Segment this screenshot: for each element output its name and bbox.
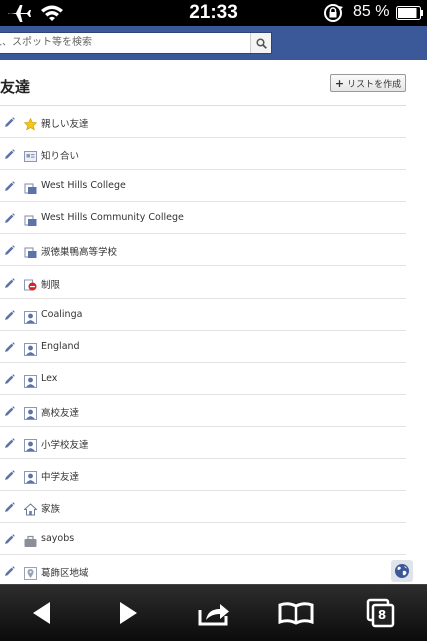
person-icon xyxy=(24,341,37,356)
bookmarks-button[interactable] xyxy=(276,597,316,629)
edit-pencil-icon[interactable] xyxy=(4,534,15,545)
edit-pencil-icon[interactable] xyxy=(4,406,15,417)
list-item-15[interactable]: 葛飾区地域 xyxy=(0,556,406,588)
battery-percent: 85 % xyxy=(353,3,390,20)
list-item-4[interactable]: West Hills Community College xyxy=(0,203,406,235)
list-item-5[interactable]: 淑徳巣鴨高等学校 xyxy=(0,235,406,267)
list-item-7[interactable]: Coalinga xyxy=(0,300,406,331)
search-icon xyxy=(255,37,267,49)
globe-icon xyxy=(395,564,409,578)
person-icon xyxy=(24,437,37,453)
edit-pencil-icon[interactable] xyxy=(4,149,15,160)
list-item-8[interactable]: England xyxy=(0,332,406,363)
create-list-label: リストを作成 xyxy=(347,79,402,90)
person-icon xyxy=(24,405,37,420)
list-item-6[interactable]: 制限 xyxy=(0,268,406,299)
share-icon xyxy=(198,604,229,626)
list-item-label: 淑徳巣鴨高等学校 xyxy=(41,247,118,259)
list-item-label: England xyxy=(41,340,80,352)
edit-pencil-icon[interactable] xyxy=(4,277,15,289)
page-title: 友達 xyxy=(0,78,31,96)
battery-icon xyxy=(396,6,423,20)
list-item-3[interactable]: West Hills College xyxy=(0,171,406,203)
share-button[interactable] xyxy=(195,597,235,629)
edit-pencil-icon[interactable] xyxy=(4,245,15,256)
list-item-11[interactable]: 小学校友達 xyxy=(0,428,406,460)
list-item-label: 知り合い xyxy=(41,151,80,163)
list-item-label: Lex xyxy=(41,372,58,384)
list-item-9[interactable]: Lex xyxy=(0,364,406,395)
create-list-button[interactable]: + リストを作成 xyxy=(330,74,406,92)
list-item-13[interactable]: 家族 xyxy=(0,492,406,524)
tabs-count: 8 xyxy=(377,607,387,622)
list-item-14[interactable]: sayobs xyxy=(0,524,406,556)
globe-button[interactable] xyxy=(391,560,413,582)
search-button[interactable] xyxy=(250,33,271,53)
edit-pencil-icon[interactable] xyxy=(4,181,15,192)
school-icon xyxy=(24,212,37,227)
bookmarks-icon xyxy=(278,602,314,625)
edit-pencil-icon[interactable] xyxy=(4,470,15,481)
restricted-icon xyxy=(24,277,37,291)
list-item-label: 高校友達 xyxy=(41,407,80,419)
acquaintance-icon xyxy=(24,148,37,163)
list-item-label: 制限 xyxy=(41,279,61,291)
school-icon xyxy=(24,244,37,259)
work-icon xyxy=(24,533,37,548)
list-item-12[interactable]: 中学友達 xyxy=(0,460,406,492)
edit-pencil-icon[interactable] xyxy=(4,213,15,224)
search-input[interactable] xyxy=(0,33,248,53)
star-icon xyxy=(23,116,38,131)
forward-button[interactable] xyxy=(108,597,148,629)
rotation-lock-icon xyxy=(324,4,343,22)
person-icon xyxy=(24,373,37,388)
list-item-10[interactable]: 高校友達 xyxy=(0,396,406,427)
person-icon xyxy=(24,309,37,324)
edit-pencil-icon[interactable] xyxy=(4,566,15,577)
list-item-label: West Hills College xyxy=(41,180,126,192)
school-icon xyxy=(24,180,37,195)
list-item-label: 親しい友達 xyxy=(41,119,89,131)
search-box xyxy=(0,32,272,54)
facebook-header xyxy=(0,26,427,60)
friend-lists: 親しい友達 知り合い West Hills College West Hills… xyxy=(0,106,406,588)
list-item-2[interactable]: 知り合い xyxy=(0,139,406,171)
list-item-label: 葛飾区地域 xyxy=(41,568,89,580)
list-item-label: 家族 xyxy=(41,504,61,516)
edit-pencil-icon[interactable] xyxy=(4,374,15,385)
status-bar: 21:33 85 % xyxy=(0,0,427,26)
edit-pencil-icon[interactable] xyxy=(4,309,15,321)
location-icon xyxy=(24,565,37,581)
browser-toolbar: 8 xyxy=(0,584,427,641)
list-item-label: sayobs xyxy=(41,533,75,545)
back-icon xyxy=(33,602,50,624)
forward-icon xyxy=(120,602,137,624)
person-icon xyxy=(24,469,37,485)
edit-pencil-icon[interactable] xyxy=(4,438,15,449)
list-item-label: 中学友達 xyxy=(41,472,80,484)
list-item-label: 小学校友達 xyxy=(41,440,89,452)
edit-pencil-icon[interactable] xyxy=(4,117,15,128)
list-item-1[interactable]: 親しい友達 xyxy=(0,107,406,139)
list-item-label: Coalinga xyxy=(41,308,83,320)
edit-pencil-icon[interactable] xyxy=(4,502,15,513)
edit-pencil-icon[interactable] xyxy=(4,341,15,353)
family-icon xyxy=(23,501,38,516)
plus-icon: + xyxy=(334,76,345,90)
list-item-label: West Hills Community College xyxy=(41,212,184,224)
tabs-button[interactable]: 8 xyxy=(360,597,400,629)
back-button[interactable] xyxy=(22,597,62,629)
